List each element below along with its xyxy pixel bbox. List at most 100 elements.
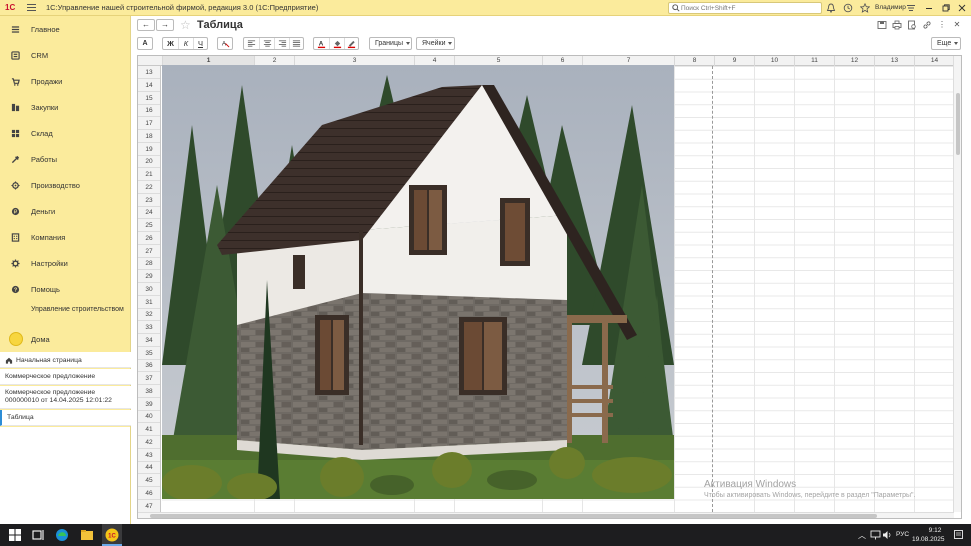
column-header-cell[interactable]: 13 [874, 56, 914, 66]
task-view-icon[interactable] [31, 528, 45, 542]
row-header-cell[interactable]: 27 [138, 245, 160, 258]
preview-icon[interactable] [907, 20, 917, 30]
align-justify-icon[interactable] [289, 38, 303, 49]
row-header-cell[interactable]: 36 [138, 359, 160, 373]
sidebar-item-help[interactable]: ? Помощь [0, 280, 131, 300]
close-form-icon[interactable]: ✕ [952, 20, 962, 30]
windows-start-icon[interactable] [8, 528, 22, 542]
settings-lines-icon[interactable] [906, 3, 916, 13]
global-search[interactable] [668, 2, 822, 14]
row-header-cell[interactable]: 15 [138, 92, 160, 105]
horizontal-scrollbar[interactable] [138, 512, 954, 518]
row-header-cell[interactable]: 26 [138, 232, 160, 245]
horizontal-scroll-thumb[interactable] [150, 514, 877, 518]
sidebar-item-sales[interactable]: Продажи [0, 72, 131, 92]
row-header-cell[interactable]: 38 [138, 385, 160, 398]
row-header-cell[interactable]: 39 [138, 398, 160, 411]
align-right-icon[interactable] [274, 38, 289, 49]
column-header-cell[interactable]: 11 [794, 56, 834, 66]
save-icon[interactable] [877, 20, 887, 30]
favorites-star-icon[interactable] [859, 2, 871, 13]
row-header-cell[interactable]: 29 [138, 270, 160, 283]
italic-button[interactable]: К [178, 38, 193, 49]
row-header-cell[interactable]: 22 [138, 181, 160, 194]
font-button[interactable]: A [137, 37, 153, 50]
vertical-scroll-thumb[interactable] [956, 93, 960, 155]
volume-icon[interactable] [882, 530, 893, 540]
notifications-icon[interactable] [953, 529, 964, 541]
align-left-icon[interactable] [244, 38, 259, 49]
row-header-cell[interactable]: 43 [138, 449, 160, 462]
bold-button[interactable]: Ж [163, 38, 178, 49]
sidebar-item-settings[interactable]: Настройки [0, 254, 131, 274]
row-header-cell[interactable]: 37 [138, 372, 160, 385]
text-color-icon[interactable]: A [314, 38, 329, 49]
row-header-cell[interactable]: 28 [138, 257, 160, 271]
row-header-cell[interactable]: 20 [138, 155, 160, 169]
open-window-commercial-offer[interactable]: Коммерческое предложение [0, 369, 131, 385]
row-header-cell[interactable]: 30 [138, 283, 160, 296]
align-center-icon[interactable] [259, 38, 274, 49]
row-header-cell[interactable]: 42 [138, 436, 160, 449]
sidebar-item-works[interactable]: Работы [0, 150, 131, 170]
row-header-cell[interactable]: 21 [138, 168, 160, 181]
row-header-cell[interactable]: 34 [138, 334, 160, 347]
open-window-commercial-offer-doc[interactable]: Коммерческое предложение 000000010 от 14… [0, 386, 131, 409]
border-color-icon[interactable] [344, 38, 358, 49]
sidebar-item-money[interactable]: ₽ Деньги [0, 202, 131, 222]
favorite-star-icon[interactable]: ☆ [180, 18, 191, 32]
row-header-cell[interactable]: 16 [138, 104, 160, 118]
forward-button[interactable]: → [156, 19, 174, 31]
sidebar-item-production[interactable]: Производство [0, 176, 131, 196]
file-explorer-icon[interactable] [80, 528, 94, 542]
fill-color-icon[interactable] [329, 38, 344, 49]
sidebar-item-warehouse[interactable]: Склад [0, 124, 131, 144]
sidebar-item-houses[interactable]: Дома [0, 330, 131, 350]
close-window-icon[interactable] [957, 3, 967, 13]
more-vertical-icon[interactable]: ⋮ [937, 20, 947, 30]
row-header-cell[interactable]: 46 [138, 487, 160, 500]
network-icon[interactable] [870, 530, 881, 540]
column-header-cell[interactable]: 14 [914, 56, 954, 66]
sidebar-item-crm[interactable]: CRM [0, 46, 131, 66]
sidebar-item-company[interactable]: Компания [0, 228, 131, 248]
link-icon[interactable] [922, 20, 932, 30]
sidebar-item-purchases[interactable]: Закупки [0, 98, 131, 118]
row-header-cell[interactable]: 35 [138, 347, 160, 360]
history-icon[interactable] [843, 3, 853, 13]
back-button[interactable]: ← [137, 19, 155, 31]
print-icon[interactable] [892, 20, 902, 30]
search-input[interactable] [681, 3, 819, 13]
more-dropdown[interactable]: Еще [931, 37, 961, 50]
sidebar-item-construction[interactable]: Управление строительством [0, 304, 131, 326]
column-header-cell[interactable]: 12 [834, 56, 874, 66]
cells-dropdown[interactable]: Ячейки [416, 37, 455, 50]
column-header-cell[interactable]: 8 [674, 56, 714, 66]
user-name[interactable]: Владимир [875, 4, 906, 11]
row-header-cell[interactable]: 40 [138, 410, 160, 424]
open-window-home[interactable]: Начальная страница [0, 352, 131, 368]
spreadsheet[interactable]: 1 2 3 4 5 6 7 8 9 10 11 12 13 14 13 14 1… [137, 55, 962, 519]
row-header-cell[interactable]: 18 [138, 130, 160, 143]
row-header-cell[interactable]: 13 [138, 66, 160, 79]
row-header-cell[interactable]: 23 [138, 194, 160, 207]
restore-icon[interactable] [941, 3, 951, 13]
clock-time[interactable]: 9:12 [920, 527, 950, 534]
house-render-image[interactable] [162, 65, 674, 499]
bell-icon[interactable] [826, 3, 836, 13]
row-header-cell[interactable]: 24 [138, 206, 160, 220]
row-header-cell[interactable]: 32 [138, 308, 160, 322]
row-header-cell[interactable]: 45 [138, 474, 160, 487]
keyboard-language[interactable]: РУС [896, 531, 909, 538]
row-header-cell[interactable]: 41 [138, 423, 160, 436]
clock-date[interactable]: 19.08.2025 [912, 536, 945, 543]
row-header-cell[interactable]: 19 [138, 143, 160, 156]
open-window-table[interactable]: Таблица [0, 410, 131, 426]
taskbar-1c-active[interactable]: 1С [102, 524, 122, 546]
column-header-cell[interactable]: 9 [714, 56, 754, 66]
minimize-icon[interactable] [924, 3, 934, 13]
row-header-cell[interactable]: 14 [138, 79, 160, 92]
vertical-scrollbar[interactable] [953, 56, 961, 512]
row-header-cell[interactable]: 25 [138, 219, 160, 232]
row-header-cell[interactable]: 47 [138, 500, 160, 513]
